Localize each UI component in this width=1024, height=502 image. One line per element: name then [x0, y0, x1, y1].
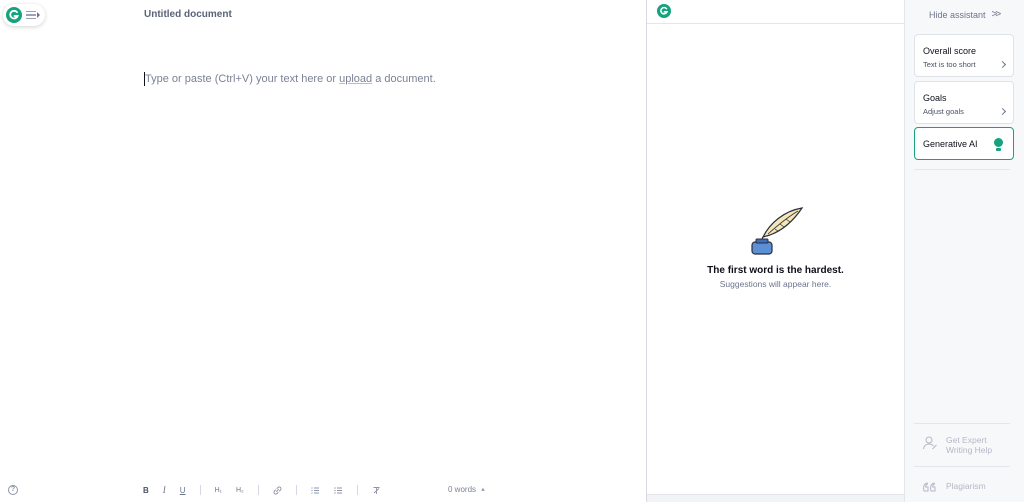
word-count-button[interactable]: 0 words ▲ — [448, 485, 486, 494]
grammarly-logo-icon[interactable] — [657, 4, 671, 18]
overall-score-card[interactable]: Overall score Text is too short — [914, 34, 1014, 77]
empty-state: The first word is the hardest. Suggestio… — [647, 205, 904, 289]
caret-up-icon: ▲ — [480, 486, 486, 493]
generative-ai-title: Generative AI — [923, 139, 978, 149]
placeholder-text: Type or paste (Ctrl+V) your text here or — [145, 73, 340, 85]
goals-card[interactable]: Goals Adjust goals — [914, 81, 1014, 124]
numbered-list-icon[interactable] — [311, 484, 320, 496]
overall-score-status: Text is too short — [923, 60, 976, 69]
word-count-label: 0 words — [448, 485, 477, 494]
sidebar-divider — [914, 466, 1010, 467]
toolbar-divider — [295, 485, 297, 495]
italic-button[interactable]: I — [163, 484, 166, 496]
help-icon[interactable]: ? — [8, 485, 18, 495]
format-toolbar: B I U H₁ H₂ — [143, 484, 395, 496]
menu-icon — [26, 11, 36, 19]
empty-state-subtitle: Suggestions will appear here. — [719, 279, 832, 289]
placeholder-text-end: a document. — [372, 73, 436, 85]
heading1-button[interactable]: H₁ — [215, 484, 222, 496]
overall-score-title: Overall score — [923, 46, 977, 56]
bulleted-list-icon[interactable] — [334, 484, 343, 496]
double-chevron-right-icon: >> — [991, 9, 1002, 20]
goals-adjust-link: Adjust goals — [923, 107, 964, 116]
assistant-sidebar: Hide assistant >> Overall score Text is … — [904, 0, 1024, 502]
bulb-icon — [994, 138, 1003, 151]
plagiarism-button[interactable]: Plagiarism — [922, 481, 986, 493]
editor-placeholder[interactable]: Type or paste (Ctrl+V) your text here or… — [145, 73, 436, 85]
suggestions-header — [647, 0, 904, 24]
plagiarism-label: Plagiarism — [946, 481, 986, 491]
goals-title: Goals — [923, 93, 947, 103]
toolbar-divider — [257, 485, 259, 495]
get-expert-help-button[interactable]: Get Expert Writing Help — [922, 435, 992, 455]
heading2-button[interactable]: H₂ — [236, 484, 244, 496]
toolbar-divider — [199, 485, 201, 495]
caret-right-icon — [37, 12, 40, 18]
expert-person-icon — [923, 436, 937, 450]
expert-help-line1: Get Expert — [946, 435, 987, 445]
main-menu-button[interactable] — [3, 4, 45, 26]
upload-link[interactable]: upload — [339, 73, 372, 85]
suggestions-footer — [647, 494, 904, 502]
chevron-right-icon — [998, 60, 1007, 69]
expert-help-label: Get Expert Writing Help — [946, 435, 992, 455]
sidebar-divider — [914, 169, 1010, 170]
hide-assistant-label: Hide assistant — [929, 9, 986, 20]
sidebar-divider — [914, 423, 1010, 424]
underline-button[interactable]: U — [180, 484, 186, 496]
suggestions-pane: The first word is the hardest. Suggestio… — [646, 0, 904, 502]
grammarly-logo-icon — [6, 7, 22, 23]
toolbar-divider — [356, 485, 358, 495]
hide-assistant-button[interactable]: Hide assistant >> — [929, 9, 1002, 20]
editor-pane: Untitled document Type or paste (Ctrl+V)… — [0, 0, 646, 502]
empty-state-title: The first word is the hardest. — [707, 265, 844, 276]
link-icon[interactable] — [273, 484, 282, 496]
bold-button[interactable]: B — [143, 484, 149, 496]
expert-help-line2: Writing Help — [946, 445, 993, 455]
quill-inkpot-icon — [750, 207, 803, 255]
plagiarism-quote-icon — [923, 482, 936, 492]
document-title[interactable]: Untitled document — [144, 9, 232, 20]
generative-ai-card[interactable]: Generative AI — [914, 127, 1014, 160]
chevron-right-icon — [998, 107, 1007, 116]
clear-format-icon[interactable] — [372, 484, 381, 496]
